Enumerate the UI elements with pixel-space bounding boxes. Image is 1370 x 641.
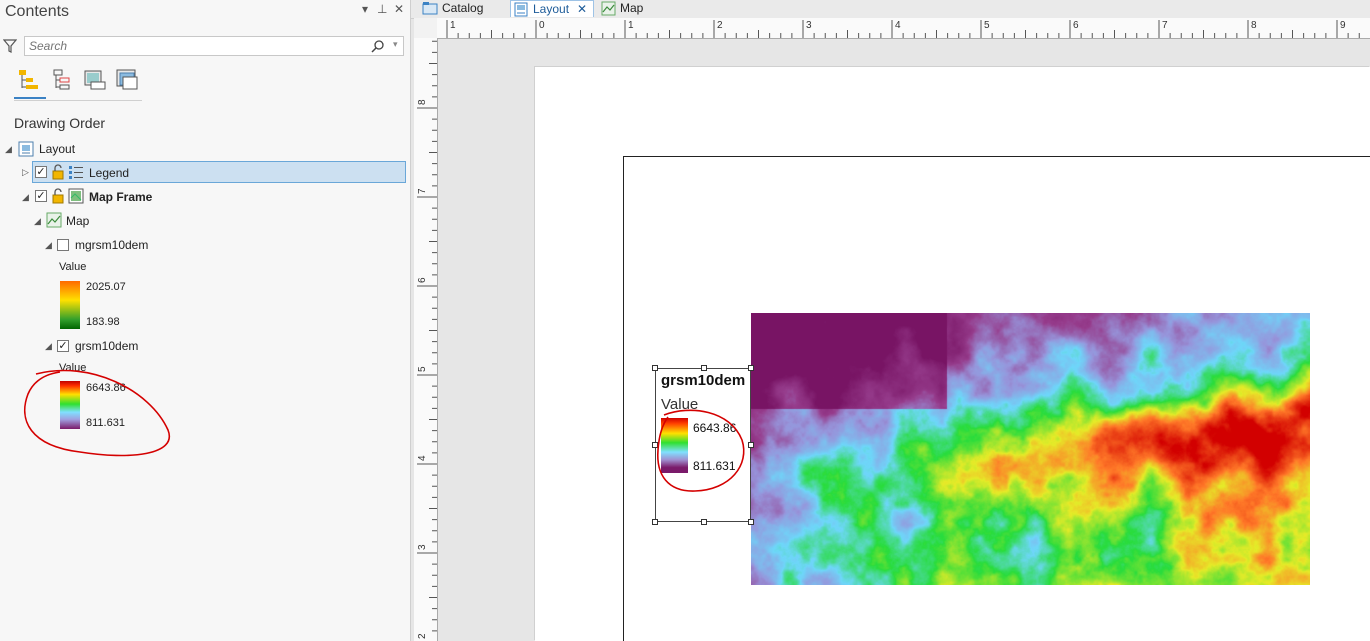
lock-icon[interactable] (51, 188, 67, 204)
map-frame-visibility-checkbox[interactable]: ✓ (35, 190, 47, 202)
map-frame-icon (68, 188, 84, 204)
vertical-ruler[interactable]: 8 7 6 5 4 3 2 (414, 38, 438, 641)
snapping-view-icon[interactable] (115, 68, 139, 92)
resize-handle[interactable] (652, 519, 658, 525)
active-view-indicator (14, 97, 46, 99)
ruler-label: 5 (417, 366, 428, 372)
tab-map[interactable]: Map (599, 0, 659, 17)
pane-title: Contents (5, 3, 70, 20)
legend-icon (69, 166, 83, 179)
layout-icon (18, 141, 34, 157)
contents-pane: Contents ▾ ⊥ ✕ ▾ Drawing Order ◢ (0, 0, 411, 641)
tab-label: Catalog (442, 1, 484, 15)
search-icon[interactable] (371, 40, 385, 53)
close-tab-icon[interactable]: ✕ (577, 1, 587, 18)
layer-field-label: Value (59, 261, 87, 273)
annotation-circle (24, 369, 171, 457)
resize-handle[interactable] (748, 365, 754, 371)
horizontal-ruler[interactable]: 1 0 1 2 3 4 5 6 7 8 9 (437, 18, 1370, 39)
tree-item-layer-mgrsm10dem[interactable]: mgrsm10dem (75, 238, 148, 252)
annotation-circle (657, 409, 745, 492)
legend-visibility-checkbox[interactable]: ✓ (35, 166, 47, 178)
elevation-raster-map (751, 313, 1310, 585)
tree-item-layout[interactable]: Layout (39, 142, 75, 156)
ruler-label: 8 (1251, 20, 1257, 31)
ruler-label: 3 (806, 20, 812, 31)
ruler-label: 4 (895, 20, 901, 31)
layout-icon (514, 2, 528, 17)
collapse-layout-chevron-icon[interactable]: ◢ (5, 144, 12, 155)
collapse-map-chevron-icon[interactable]: ◢ (34, 216, 41, 227)
ruler-ticks: 8 7 6 5 4 3 2 (417, 40, 437, 639)
close-button[interactable]: ✕ (394, 2, 404, 16)
ruler-label: 6 (1073, 20, 1079, 31)
ruler-label: 6 (417, 277, 428, 283)
data-source-view-icon[interactable] (83, 68, 107, 92)
filter-icon[interactable] (3, 39, 17, 53)
pin-button[interactable]: ⊥ (377, 2, 387, 16)
tree-item-layer-grsm10dem[interactable]: grsm10dem (75, 339, 138, 353)
catalog-icon (422, 2, 438, 15)
resize-handle[interactable] (701, 519, 707, 525)
collapse-layer-chevron-icon[interactable]: ◢ (45, 240, 52, 251)
collapse-layer-chevron-icon[interactable]: ◢ (45, 341, 52, 352)
ruler-label: 5 (984, 20, 990, 31)
search-input[interactable] (29, 39, 359, 53)
expand-legend-chevron-icon[interactable]: ▷ (22, 167, 29, 178)
resize-handle[interactable] (701, 365, 707, 371)
tab-label: Layout (533, 2, 570, 16)
layer-visibility-checkbox[interactable] (57, 239, 69, 251)
tab-label: Map (620, 1, 644, 15)
resize-handle[interactable] (652, 365, 658, 371)
layer-visibility-checkbox[interactable]: ✓ (57, 340, 69, 352)
tab-catalog[interactable]: Catalog (419, 0, 507, 17)
ramp-high-value: 2025.07 (86, 281, 126, 293)
ruler-corner (414, 18, 438, 39)
ruler-label: 2 (417, 633, 428, 639)
ruler-label: 1 (450, 20, 456, 31)
ruler-label: 7 (1162, 20, 1168, 31)
collapse-map-frame-chevron-icon[interactable]: ◢ (22, 192, 29, 203)
view-tab-bar: Catalog Layout ✕ Map (411, 0, 1370, 19)
ruler-label: 7 (417, 188, 428, 194)
drawing-order-view-icon[interactable] (17, 68, 41, 92)
map-icon (46, 212, 62, 228)
ruler-label: 4 (417, 455, 428, 461)
tree-item-map-frame[interactable]: Map Frame (89, 190, 152, 204)
ruler-label: 8 (417, 99, 428, 105)
selection-view-icon[interactable] (51, 68, 75, 92)
map-icon (601, 1, 616, 16)
ruler-label: 1 (628, 20, 634, 31)
legend-title: grsm10dem (661, 372, 746, 389)
ruler-label: 0 (539, 20, 545, 31)
color-ramp-swatch (60, 281, 80, 329)
tree-item-map[interactable]: Map (66, 214, 89, 228)
tab-layout[interactable]: Layout ✕ (510, 0, 594, 17)
ramp-low-value: 183.98 (86, 316, 120, 328)
ruler-label: 3 (417, 544, 428, 550)
search-options-chevron-icon[interactable]: ▾ (393, 39, 398, 50)
search-box: ▾ (24, 36, 404, 56)
view-divider (14, 100, 142, 101)
section-title: Drawing Order (14, 115, 106, 131)
tree-item-legend[interactable]: Legend (89, 166, 129, 180)
resize-handle[interactable] (748, 519, 754, 525)
ruler-label: 9 (1340, 20, 1346, 31)
lock-icon[interactable] (51, 164, 67, 180)
ruler-ticks: 1 0 1 2 3 4 5 6 7 8 9 (446, 20, 1360, 38)
ruler-label: 2 (717, 20, 723, 31)
pane-menu-button[interactable]: ▾ (362, 2, 368, 16)
